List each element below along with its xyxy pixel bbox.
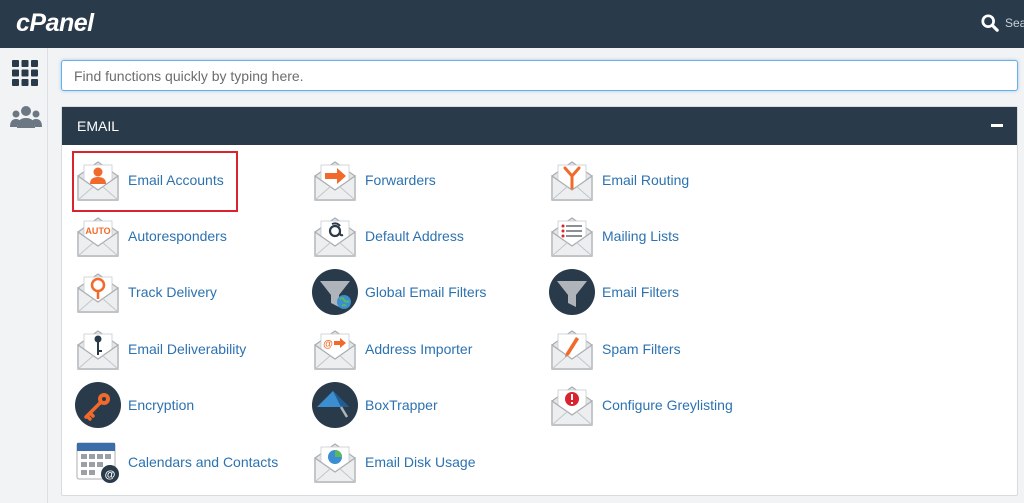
autoresponders-link[interactable]: AUTO Autoresponders: [74, 211, 304, 261]
track-delivery-label: Track Delivery: [128, 284, 217, 300]
envelope-auto-icon: AUTO: [77, 217, 119, 257]
email-filters-label: Email Filters: [602, 284, 680, 300]
top-search-label[interactable]: Sea: [1005, 16, 1024, 30]
key-icon: [75, 382, 121, 428]
autoresponders-label: Autoresponders: [128, 228, 227, 244]
calendars-and-contacts-link[interactable]: @ Calendars and Contacts: [74, 437, 304, 487]
address-importer-label: Address Importer: [365, 341, 473, 357]
email-accounts-label: Email Accounts: [128, 172, 224, 188]
filter-icon: [549, 269, 595, 315]
email-routing-label: Email Routing: [602, 172, 690, 188]
track-delivery-link[interactable]: Track Delivery: [74, 267, 304, 317]
email-filters-link[interactable]: Email Filters: [548, 267, 778, 317]
envelope-user-icon: [77, 161, 119, 201]
envelope-pin-icon: [77, 273, 119, 313]
users-icon[interactable]: [9, 102, 43, 132]
globe-filter-icon: [312, 269, 358, 315]
configure-greylisting-label: Configure Greylisting: [602, 397, 733, 413]
boxtrapper-label: BoxTrapper: [365, 397, 438, 413]
function-search: [61, 60, 1018, 91]
encryption-link[interactable]: Encryption: [74, 380, 304, 430]
envelope-alert-icon: [551, 386, 593, 426]
calendars-and-contacts-label: Calendars and Contacts: [128, 454, 279, 470]
svg-text:@: @: [323, 339, 333, 350]
global-email-filters-link[interactable]: Global Email Filters: [311, 267, 541, 317]
email-accounts-link[interactable]: Email Accounts: [74, 155, 304, 205]
email-routing-link[interactable]: Email Routing: [548, 155, 778, 205]
collapse-icon[interactable]: [991, 124, 1003, 127]
grid-icon[interactable]: [10, 58, 40, 88]
email-panel-title: EMAIL: [77, 118, 120, 134]
email-deliverability-link[interactable]: Email Deliverability: [74, 324, 304, 374]
envelope-key-icon: [77, 330, 119, 370]
email-disk-usage-link[interactable]: Email Disk Usage: [311, 437, 541, 487]
envelope-pen-icon: [551, 330, 593, 370]
envelope-at-icon: [314, 217, 356, 257]
mailing-lists-label: Mailing Lists: [602, 228, 680, 244]
top-bar: cPanel Sea: [0, 0, 1024, 48]
sidebar: [0, 48, 48, 503]
configure-greylisting-link[interactable]: Configure Greylisting: [548, 380, 778, 430]
global-email-filters-label: Global Email Filters: [365, 284, 487, 300]
spam-filters-link[interactable]: Spam Filters: [548, 324, 778, 374]
mailing-lists-link[interactable]: Mailing Lists: [548, 211, 778, 261]
boxtrapper-icon: [312, 382, 358, 428]
envelope-import-icon: @: [314, 330, 356, 370]
function-search-input[interactable]: [62, 61, 1017, 90]
spam-filters-label: Spam Filters: [602, 341, 681, 357]
default-address-label: Default Address: [365, 228, 464, 244]
boxtrapper-link[interactable]: BoxTrapper: [311, 380, 541, 430]
search-icon[interactable]: [981, 14, 999, 32]
email-deliverability-label: Email Deliverability: [128, 341, 247, 357]
auto-badge: AUTO: [85, 226, 110, 236]
envelope-chart-icon: [314, 443, 356, 483]
envelope-routing-icon: [551, 161, 593, 201]
forwarders-link[interactable]: Forwarders: [311, 155, 541, 205]
envelope-arrow-icon: [314, 161, 356, 201]
calendar-icon: @: [76, 442, 119, 483]
default-address-link[interactable]: Default Address: [311, 211, 541, 261]
envelope-list-icon: [551, 217, 593, 257]
cpanel-logo[interactable]: cPanel: [16, 9, 94, 38]
svg-text:@: @: [105, 469, 116, 481]
address-importer-link[interactable]: @ Address Importer: [311, 324, 541, 374]
email-panel-header[interactable]: EMAIL: [62, 107, 1017, 145]
email-disk-usage-label: Email Disk Usage: [365, 454, 476, 470]
encryption-label: Encryption: [128, 397, 195, 413]
forwarders-label: Forwarders: [365, 172, 436, 188]
